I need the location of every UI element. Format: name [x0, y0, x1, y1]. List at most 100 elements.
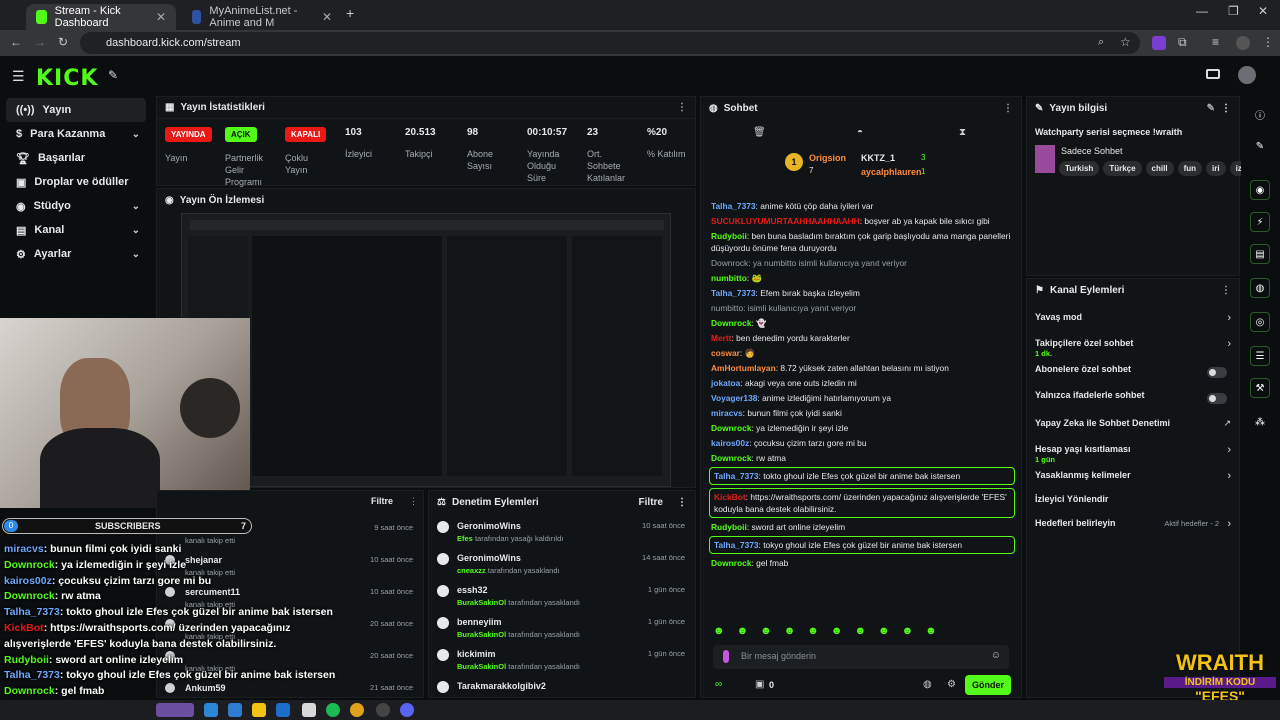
mod-row[interactable]: GeronimoWins Efes tarafından yasağı kaldı…: [429, 515, 697, 547]
channel-action-row[interactable]: Hesap yaşı kısıtlaması 1 gün ›: [1027, 441, 1241, 465]
reload-icon[interactable]: ↻: [58, 35, 68, 49]
tag-chip[interactable]: iri: [1206, 161, 1226, 176]
explorer-icon[interactable]: [252, 703, 266, 717]
window-close-icon[interactable]: ✕: [1258, 4, 1268, 18]
more-icon[interactable]: ⋮: [1221, 103, 1231, 114]
toggle-switch[interactable]: [1207, 393, 1227, 404]
maximize-icon[interactable]: ❐: [1228, 4, 1239, 18]
obs-icon[interactable]: [376, 703, 390, 717]
windows-icon[interactable]: [204, 703, 218, 717]
toggle-switch[interactable]: [1207, 367, 1227, 378]
chat-username[interactable]: SUCUKLUYUMURTAAHHAAHHAAHH: [711, 216, 860, 226]
channel-action-row[interactable]: Hedefleri belirleyin Aktif hedefler - 2 ›: [1027, 515, 1241, 539]
channel-action-row[interactable]: İzleyici Yönlendir: [1027, 491, 1241, 515]
url-field[interactable]: dashboard.kick.com/stream: [80, 32, 1140, 54]
tag-chip[interactable]: fun: [1177, 161, 1202, 176]
channel-action-row[interactable]: Yavaş mod ›: [1027, 309, 1241, 333]
filter-button[interactable]: Filtre: [639, 497, 663, 508]
chat-username[interactable]: KickBot: [714, 492, 746, 502]
kick-logo[interactable]: KICK: [36, 66, 98, 91]
close-icon[interactable]: ✕: [322, 10, 332, 24]
tab-kick-dashboard[interactable]: Stream - Kick Dashboard ✕: [26, 4, 176, 30]
studio-icon[interactable]: [1206, 69, 1220, 79]
camera-icon[interactable]: ◉: [1250, 180, 1270, 200]
chat-username[interactable]: Downrock: [711, 453, 752, 463]
sidebar-item-studyo[interactable]: ◉ Stüdyo ⌄: [6, 194, 146, 218]
apps-icon[interactable]: ⁂: [1250, 412, 1270, 432]
tab-myanimelist[interactable]: MyAnimeList.net - Anime and M ✕: [182, 4, 342, 30]
chat-username[interactable]: Downrock: [711, 558, 752, 568]
chat-username[interactable]: Talha_7373: [714, 471, 759, 481]
chat-username[interactable]: Mertt: [711, 333, 731, 343]
chat-input[interactable]: Bir mesaj gönderin ☺: [713, 645, 1009, 669]
more-icon[interactable]: ⋮: [1003, 103, 1013, 114]
chat-username[interactable]: Rudyboii: [711, 522, 747, 532]
back-icon[interactable]: ←: [10, 35, 22, 49]
browser-menu-icon[interactable]: ⋮: [1262, 35, 1274, 49]
taskbar-thumbnail[interactable]: [156, 703, 194, 717]
hamburger-menu-icon[interactable]: ☰: [12, 68, 25, 85]
tag-chip[interactable]: Türkçe: [1103, 161, 1142, 176]
emoji-icon[interactable]: ☺: [991, 650, 1001, 661]
mail-icon[interactable]: [276, 703, 290, 717]
chat-username[interactable]: jokatoa: [711, 378, 740, 388]
mod-row[interactable]: benneyiim BurakSakinOl tarafından yasakla…: [429, 611, 697, 643]
emote-bar[interactable]: ☻☻☻☻☻☻☻☻☻☻: [713, 625, 1013, 643]
sidebar-item-yayin[interactable]: ((•)) Yayın: [6, 98, 146, 122]
gift-icon[interactable]: ▣: [755, 679, 764, 690]
chat-bubble-icon[interactable]: ◍: [923, 679, 932, 690]
store-icon[interactable]: [302, 703, 316, 717]
extensions-puzzle-icon[interactable]: ⧉: [1178, 35, 1187, 50]
tag-chip[interactable]: chill: [1145, 161, 1174, 176]
channel-action-row[interactable]: Yapay Zeka ile Sohbet Denetimi ↗: [1027, 415, 1241, 439]
pin-icon[interactable]: ✎: [108, 68, 118, 82]
document-icon[interactable]: ▤: [1250, 244, 1270, 264]
more-icon[interactable]: ⋮: [677, 497, 687, 508]
chat-username[interactable]: Talha_7373: [714, 540, 759, 550]
sidebar-item-ayarlar[interactable]: ⚙ Ayarlar ⌄: [6, 242, 146, 266]
hourglass-icon[interactable]: ⧗: [959, 127, 966, 138]
edit-icon[interactable]: ✎: [1207, 103, 1215, 114]
chat-username[interactable]: Downrock: [711, 318, 752, 328]
sidebar-item-kanal[interactable]: ▤ Kanal ⌄: [6, 218, 146, 242]
channel-action-row[interactable]: Yalnızca ifadelerle sohbet: [1027, 387, 1241, 411]
edit-icon[interactable]: ✎: [1250, 136, 1270, 156]
sidebar-item-basarilar[interactable]: 🏆︎ Başarılar: [6, 146, 146, 170]
media-icon[interactable]: ≡: [1212, 35, 1219, 49]
channel-action-row[interactable]: Takipçilere özel sohbet 1 dk. ›: [1027, 335, 1241, 359]
chat-username[interactable]: Talha_7373: [711, 288, 756, 298]
chat-username[interactable]: coswar: [711, 348, 740, 358]
lightning-icon[interactable]: ⚡︎: [1250, 212, 1270, 232]
gear-icon[interactable]: ⚙: [947, 679, 956, 690]
discord-icon[interactable]: [400, 703, 414, 717]
zoom-icon[interactable]: ⌕: [1098, 36, 1104, 49]
close-icon[interactable]: ✕: [156, 10, 166, 24]
chat-bubble-icon[interactable]: ◓: [857, 127, 863, 138]
new-tab-icon[interactable]: +: [346, 5, 354, 21]
chat-icon[interactable]: ◍: [1250, 278, 1270, 298]
profile-avatar[interactable]: [1236, 36, 1250, 50]
wrench-icon[interactable]: ⚒: [1250, 378, 1270, 398]
channel-action-row[interactable]: Yasaklanmış kelimeler ›: [1027, 467, 1241, 491]
chat-username[interactable]: numbitto: [711, 273, 747, 283]
more-icon[interactable]: ⋮: [677, 102, 687, 113]
chat-username[interactable]: Downrock: [711, 423, 752, 433]
sidebar-item-para-kazanma[interactable]: $ Para Kazanma ⌄: [6, 122, 146, 146]
chat-username[interactable]: Rudyboii: [711, 231, 747, 241]
trash-icon[interactable]: 🗑︎: [753, 127, 766, 138]
more-icon[interactable]: ⋮: [409, 496, 418, 507]
extension-icon[interactable]: [1152, 36, 1166, 50]
minimize-icon[interactable]: —: [1196, 4, 1208, 18]
stream-preview-video[interactable]: [181, 213, 671, 487]
chat-username[interactable]: Talha_7373: [711, 201, 756, 211]
forward-icon[interactable]: →: [34, 35, 46, 49]
tag-chip[interactable]: Turkish: [1059, 161, 1100, 176]
chat-username[interactable]: miracvs: [711, 408, 743, 418]
more-icon[interactable]: ⋮: [1221, 285, 1231, 296]
send-button[interactable]: Gönder: [965, 675, 1011, 695]
points-icon[interactable]: ∞: [715, 679, 722, 690]
chrome-icon[interactable]: [350, 703, 364, 717]
sidebar-item-droplar[interactable]: ▣ Droplar ve ödüller: [6, 170, 146, 194]
mod-row[interactable]: GeronimoWins cneaxzz tarafından yasakland…: [429, 547, 697, 579]
mod-row[interactable]: kickimim BurakSakinOl tarafından yasaklan…: [429, 643, 697, 675]
